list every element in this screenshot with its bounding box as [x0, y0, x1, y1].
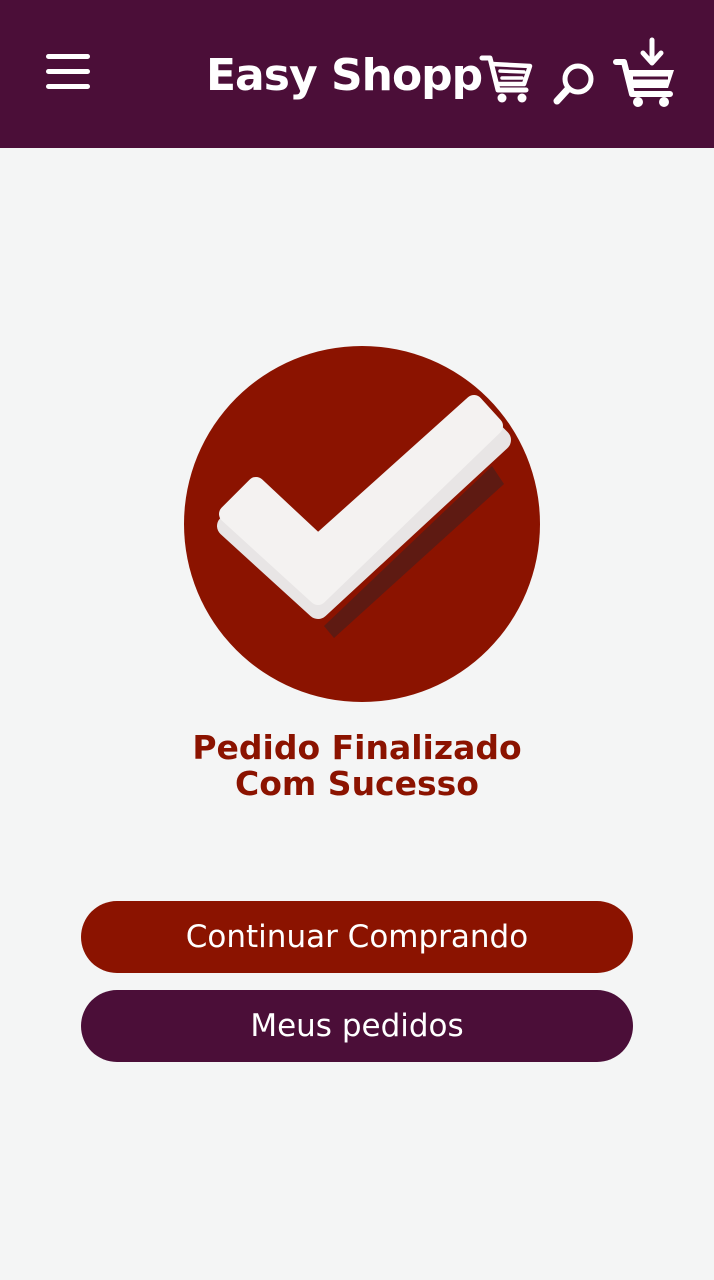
- my-orders-button[interactable]: Meus pedidos: [81, 990, 633, 1062]
- success-message-line2: Com Sucesso: [235, 764, 479, 803]
- search-button[interactable]: [548, 58, 600, 110]
- app-header: Easy Shopp: [0, 0, 714, 148]
- cart-button[interactable]: [610, 36, 682, 110]
- cart-download-icon: [613, 37, 674, 107]
- search-icon: [553, 63, 594, 105]
- app-logo[interactable]: Easy Shopp: [206, 36, 534, 116]
- success-message-line1: Pedido Finalizado: [192, 728, 522, 767]
- shopping-cart-icon: [479, 55, 533, 103]
- check-circle-icon: [184, 346, 540, 702]
- success-message: Pedido Finalizado Com Sucesso: [0, 730, 714, 802]
- continue-shopping-button[interactable]: Continuar Comprando: [81, 901, 633, 973]
- logo-text: Easy Shopp: [206, 50, 483, 101]
- menu-button[interactable]: [38, 44, 98, 100]
